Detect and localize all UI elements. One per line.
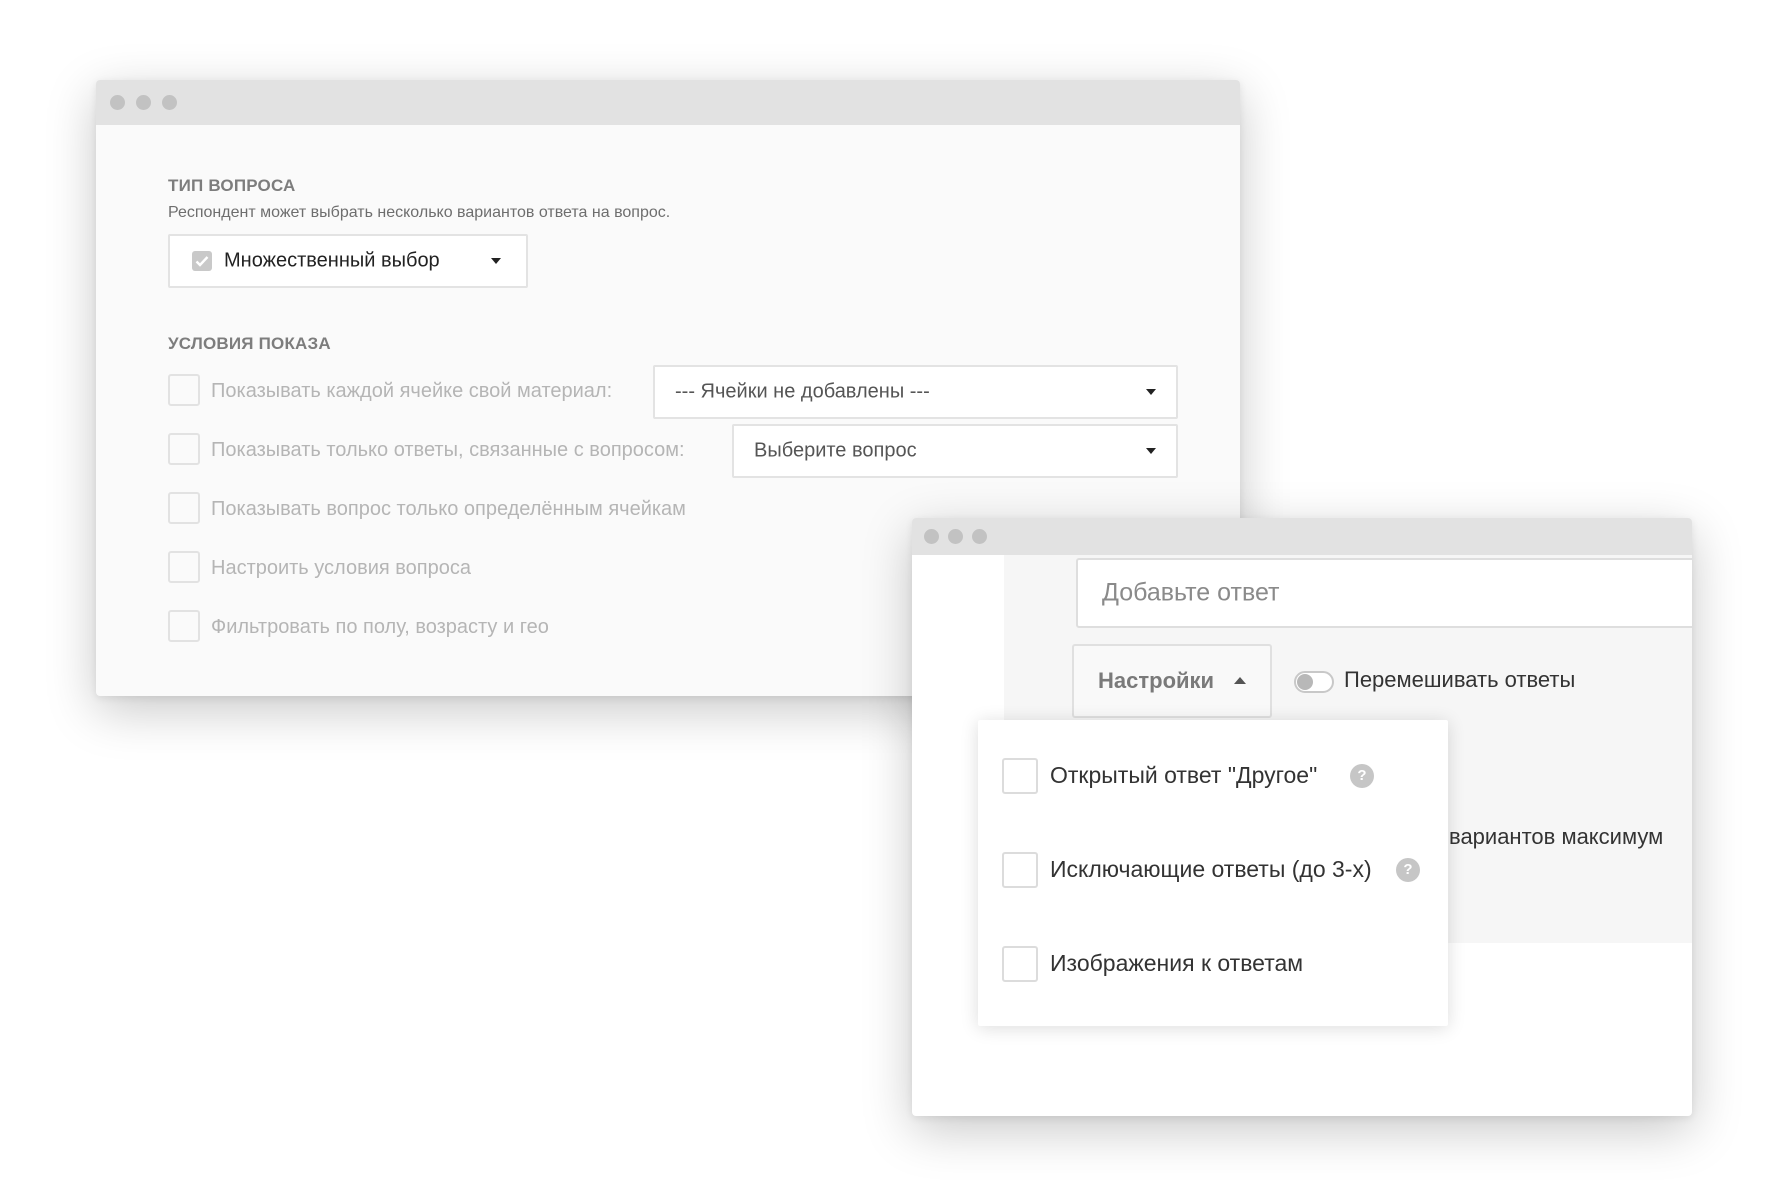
condition-label-demographics: Фильтровать по полу, возрасту и гео <box>211 616 549 638</box>
question-select[interactable]: Выберите вопрос <box>732 424 1178 478</box>
chevron-down-icon <box>1146 448 1156 454</box>
settings-dropdown-menu: Открытый ответ "Другое" ? Исключающие от… <box>978 720 1448 1026</box>
display-conditions-title: УСЛОВИЯ ПОКАЗА <box>168 334 331 353</box>
condition-checkbox-specific-cells[interactable] <box>168 492 200 524</box>
window-titlebar <box>96 80 1240 125</box>
max-variants-text: вариантов максимум <box>1449 824 1664 849</box>
other-answer-checkbox[interactable] <box>1002 758 1038 794</box>
condition-checkbox-material[interactable] <box>168 374 200 406</box>
cells-select[interactable]: --- Ячейки не добавлены --- <box>653 365 1178 419</box>
condition-label-question-conditions: Настроить условия вопроса <box>211 557 471 579</box>
window-close-dot[interactable] <box>924 529 939 544</box>
window-minimize-dot[interactable] <box>136 95 151 110</box>
exclusive-answers-label[interactable]: Исключающие ответы (до 3-х) <box>1050 856 1372 883</box>
add-answer-placeholder: Добавьте ответ <box>1102 578 1280 607</box>
window-titlebar <box>912 518 1692 555</box>
window-maximize-dot[interactable] <box>972 529 987 544</box>
settings-button-label: Настройки <box>1098 668 1215 693</box>
add-answer-input[interactable]: Добавьте ответ <box>1076 558 1692 628</box>
settings-button[interactable]: Настройки <box>1072 644 1272 718</box>
question-type-title: ТИП ВОПРОСА <box>168 176 296 195</box>
question-select-value: Выберите вопрос <box>754 439 917 462</box>
shuffle-label: Перемешивать ответы <box>1344 667 1576 692</box>
question-type-select[interactable]: Множественный выбор <box>168 234 528 288</box>
window-close-dot[interactable] <box>110 95 125 110</box>
question-type-description: Респондент может выбрать несколько вариа… <box>168 204 671 221</box>
window-maximize-dot[interactable] <box>162 95 177 110</box>
condition-checkbox-question-conditions[interactable] <box>168 551 200 583</box>
help-icon[interactable]: ? <box>1396 858 1420 882</box>
question-type-value: Множественный выбор <box>224 249 440 272</box>
condition-label-specific-cells: Показывать вопрос только определённым яч… <box>211 498 686 520</box>
other-answer-label[interactable]: Открытый ответ "Другое" <box>1050 762 1317 789</box>
condition-checkbox-demographics[interactable] <box>168 610 200 642</box>
exclusive-answers-checkbox[interactable] <box>1002 852 1038 888</box>
shuffle-toggle[interactable] <box>1294 671 1334 693</box>
chevron-down-icon <box>1146 389 1156 395</box>
toggle-knob <box>1297 674 1313 690</box>
condition-label-material: Показывать каждой ячейке свой материал: <box>211 380 613 402</box>
answer-images-checkbox[interactable] <box>1002 946 1038 982</box>
chevron-down-icon <box>491 258 501 264</box>
checkbox-icon <box>192 251 212 271</box>
answer-settings-window: Добавьте ответ Настройки Перемешивать от… <box>912 518 1692 1116</box>
cells-select-value: --- Ячейки не добавлены --- <box>675 380 930 403</box>
window-minimize-dot[interactable] <box>948 529 963 544</box>
answer-images-label[interactable]: Изображения к ответам <box>1050 950 1303 977</box>
condition-checkbox-linked-answers[interactable] <box>168 433 200 465</box>
chevron-up-icon <box>1234 677 1246 684</box>
condition-label-linked-answers: Показывать только ответы, связанные с во… <box>211 439 685 461</box>
help-icon[interactable]: ? <box>1350 764 1374 788</box>
